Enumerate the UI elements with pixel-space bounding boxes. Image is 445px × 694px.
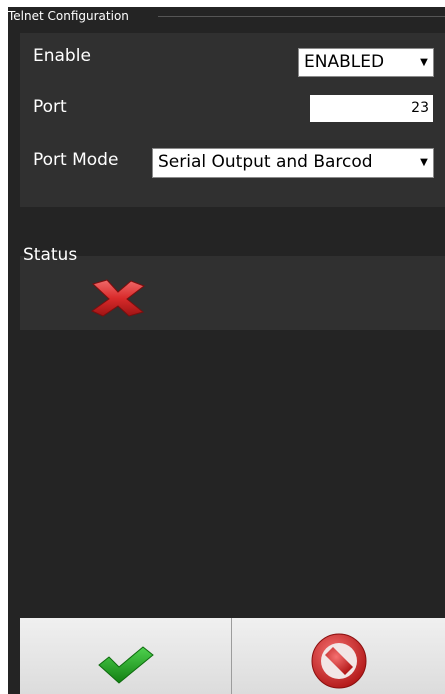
port-input[interactable]: 23	[310, 95, 433, 122]
config-group: Enable ENABLED ▼ Port 23 Port Mode Seria…	[20, 33, 445, 207]
enable-select-value: ENABLED	[304, 52, 385, 72]
dropdown-arrow-icon: ▼	[415, 49, 433, 76]
port-mode-label: Port Mode	[33, 150, 119, 170]
ok-button[interactable]	[20, 618, 231, 694]
status-label: Status	[23, 245, 78, 265]
red-x-icon	[90, 279, 146, 317]
enable-select[interactable]: ENABLED ▼	[298, 48, 434, 77]
telnet-configuration-panel: Telnet Configuration Enable ENABLED ▼ Po…	[8, 7, 445, 694]
green-checkmark-icon	[97, 646, 154, 684]
dropdown-arrow-icon: ▼	[415, 149, 433, 177]
port-label: Port	[33, 97, 67, 117]
title-bar: Telnet Configuration	[8, 7, 445, 30]
port-mode-select[interactable]: Serial Output and Barcod ▼	[152, 148, 434, 178]
red-prohibited-icon	[311, 633, 366, 689]
window-title: Telnet Configuration	[8, 7, 135, 25]
cancel-button[interactable]	[232, 618, 445, 694]
footer-bar	[20, 618, 445, 694]
title-divider	[158, 16, 445, 17]
app-window: Telnet Configuration Enable ENABLED ▼ Po…	[0, 0, 445, 694]
port-mode-select-value: Serial Output and Barcod	[158, 152, 373, 172]
enable-label: Enable	[33, 46, 91, 66]
status-group	[20, 256, 445, 330]
